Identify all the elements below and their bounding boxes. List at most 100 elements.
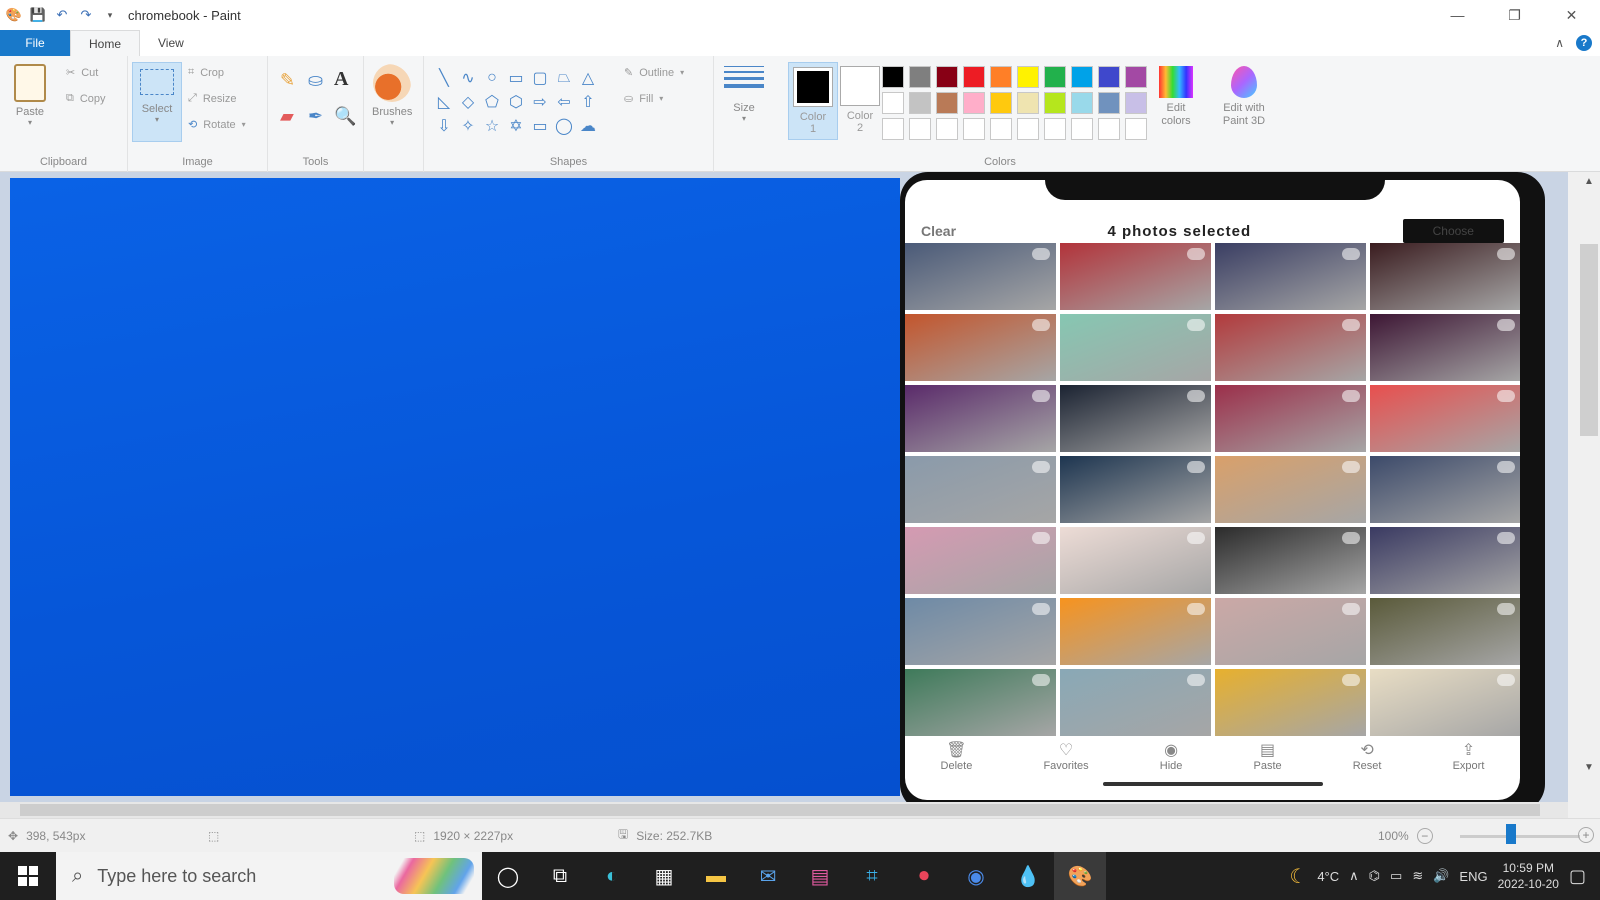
edit-with-paint3d-button[interactable]: Edit with Paint 3D [1214, 66, 1274, 128]
scroll-down-icon[interactable]: ▼ [1580, 762, 1598, 773]
cut-button[interactable]: ✂ Cut [66, 66, 98, 80]
file-explorer-icon[interactable]: ▬ [690, 852, 742, 900]
palette-swatch[interactable] [990, 92, 1012, 114]
edge-icon[interactable]: ◐ [586, 852, 638, 900]
palette-swatch[interactable] [1125, 118, 1147, 140]
palette-swatch[interactable] [909, 118, 931, 140]
callout-rectangle-shape-icon[interactable]: ▭ [528, 114, 552, 138]
paste-button[interactable]: Paste ▾ [14, 64, 46, 127]
palette-swatch[interactable] [909, 66, 931, 88]
six-point-star-shape-icon[interactable]: ✡ [504, 114, 528, 138]
crop-button[interactable]: ⌗ Crop [188, 66, 224, 79]
undo-icon[interactable]: ↶ [54, 7, 70, 23]
palette-swatch[interactable] [1071, 92, 1093, 114]
zoom-slider[interactable] [1460, 835, 1580, 838]
help-icon[interactable]: ? [1576, 35, 1592, 51]
polygon-shape-icon[interactable]: ⏢ [552, 66, 576, 90]
tab-home[interactable]: Home [70, 30, 141, 56]
maximize-button[interactable]: ❐ [1486, 0, 1543, 30]
fill-bucket-icon[interactable]: ⛀ [308, 70, 323, 91]
palette-swatch[interactable] [1071, 66, 1093, 88]
paint-app-icon[interactable]: 🎨 [6, 7, 22, 23]
color1-button[interactable]: Color 1 [788, 62, 838, 140]
rounded-rectangle-shape-icon[interactable]: ▢ [528, 66, 552, 90]
snip-icon[interactable]: ⌗ [846, 852, 898, 900]
language-indicator[interactable]: ENG [1459, 869, 1487, 884]
palette-swatch[interactable] [963, 66, 985, 88]
volume-icon[interactable]: 🔊 [1433, 868, 1449, 884]
close-button[interactable]: ✕ [1543, 0, 1600, 30]
palette-swatch[interactable] [1044, 92, 1066, 114]
palette-swatch[interactable] [990, 66, 1012, 88]
chrome-icon[interactable]: ◉ [950, 852, 1002, 900]
resize-button[interactable]: ⤢ Resize [188, 92, 236, 105]
zoom-in-icon[interactable]: + [1578, 827, 1594, 843]
left-arrow-shape-icon[interactable]: ⇦ [552, 90, 576, 114]
down-arrow-shape-icon[interactable]: ⇩ [432, 114, 456, 138]
pentagon-shape-icon[interactable]: ⬠ [480, 90, 504, 114]
palette-swatch[interactable] [1071, 118, 1093, 140]
vertical-scrollbar[interactable]: ▲ ▼ [1568, 172, 1600, 810]
palette-swatch[interactable] [990, 118, 1012, 140]
mail-icon[interactable]: ✉ [742, 852, 794, 900]
collapse-ribbon-icon[interactable]: ∧ [1555, 36, 1564, 50]
line-shape-icon[interactable]: ╲ [432, 66, 456, 90]
network-icon[interactable]: ⌬ [1369, 868, 1380, 884]
color2-button[interactable]: Color 2 [840, 66, 880, 134]
video-editor-icon[interactable]: ▤ [794, 852, 846, 900]
redo-icon[interactable]: ↷ [78, 7, 94, 23]
select-button[interactable]: Select ▾ [132, 62, 182, 142]
tab-file[interactable]: File [0, 30, 70, 56]
palette-swatch[interactable] [1125, 92, 1147, 114]
drawing-canvas[interactable] [10, 178, 900, 796]
zoom-out-icon[interactable]: − [1416, 827, 1433, 844]
tab-view[interactable]: View [140, 30, 202, 56]
palette-swatch[interactable] [882, 92, 904, 114]
weather-temp[interactable]: 4°C [1317, 869, 1339, 884]
oval-shape-icon[interactable]: ○ [480, 66, 504, 90]
eraser-icon[interactable]: ▰ [280, 106, 294, 127]
palette-swatch[interactable] [936, 92, 958, 114]
brushes-button[interactable]: Brushes ▾ [372, 64, 412, 127]
text-icon[interactable]: A [334, 68, 348, 91]
palette-swatch[interactable] [1017, 92, 1039, 114]
rotate-button[interactable]: ⟲ Rotate ▾ [188, 118, 246, 132]
size-button[interactable]: Size ▾ [724, 66, 764, 123]
outline-button[interactable]: ✎ Outline ▾ [624, 66, 684, 80]
palette-swatch[interactable] [1098, 66, 1120, 88]
curve-shape-icon[interactable]: ∿ [456, 66, 480, 90]
palette-swatch[interactable] [963, 92, 985, 114]
save-icon[interactable]: 💾 [30, 7, 46, 23]
palette-swatch[interactable] [1044, 66, 1066, 88]
scroll-up-icon[interactable]: ▲ [1580, 176, 1598, 187]
hexagon-shape-icon[interactable]: ⬡ [504, 90, 528, 114]
recorder-icon[interactable]: ⏺ [898, 852, 950, 900]
weather-icon[interactable]: ☾ [1289, 864, 1307, 889]
store-icon[interactable]: ▦ [638, 852, 690, 900]
pencil-icon[interactable]: ✎ [280, 70, 295, 91]
paint3d-taskbar-icon[interactable]: 💧 [1002, 852, 1054, 900]
start-button[interactable] [0, 852, 56, 900]
wifi-icon[interactable]: ≋ [1412, 868, 1423, 884]
customize-quick-access-icon[interactable]: ▾ [102, 7, 118, 23]
palette-swatch[interactable] [882, 66, 904, 88]
minimize-button[interactable]: — [1429, 0, 1486, 30]
diamond-shape-icon[interactable]: ◇ [456, 90, 480, 114]
color-picker-icon[interactable]: ✒ [308, 106, 323, 127]
palette-swatch[interactable] [1044, 118, 1066, 140]
cortana-icon[interactable]: ◯ [482, 852, 534, 900]
callout-oval-shape-icon[interactable]: ◯ [552, 114, 576, 138]
edit-colors-button[interactable]: Edit colors [1156, 66, 1196, 128]
five-point-star-shape-icon[interactable]: ☆ [480, 114, 504, 138]
zoom-slider-thumb[interactable] [1506, 824, 1516, 844]
shapes-gallery[interactable]: ╲ ∿ ○ ▭ ▢ ⏢ △ ◺ ◇ ⬠ ⬡ ⇨ ⇦ ⇧ ⇩ ✧ ☆ ✡ ▭ ◯ … [432, 66, 600, 138]
palette-swatch[interactable] [936, 118, 958, 140]
horizontal-scrollbar[interactable] [0, 802, 1568, 818]
four-point-star-shape-icon[interactable]: ✧ [456, 114, 480, 138]
palette-swatch[interactable] [1098, 118, 1120, 140]
palette-swatch[interactable] [909, 92, 931, 114]
show-hidden-icons-icon[interactable]: ∧ [1349, 868, 1359, 884]
palette-swatch[interactable] [882, 118, 904, 140]
palette-swatch[interactable] [1017, 66, 1039, 88]
right-arrow-shape-icon[interactable]: ⇨ [528, 90, 552, 114]
